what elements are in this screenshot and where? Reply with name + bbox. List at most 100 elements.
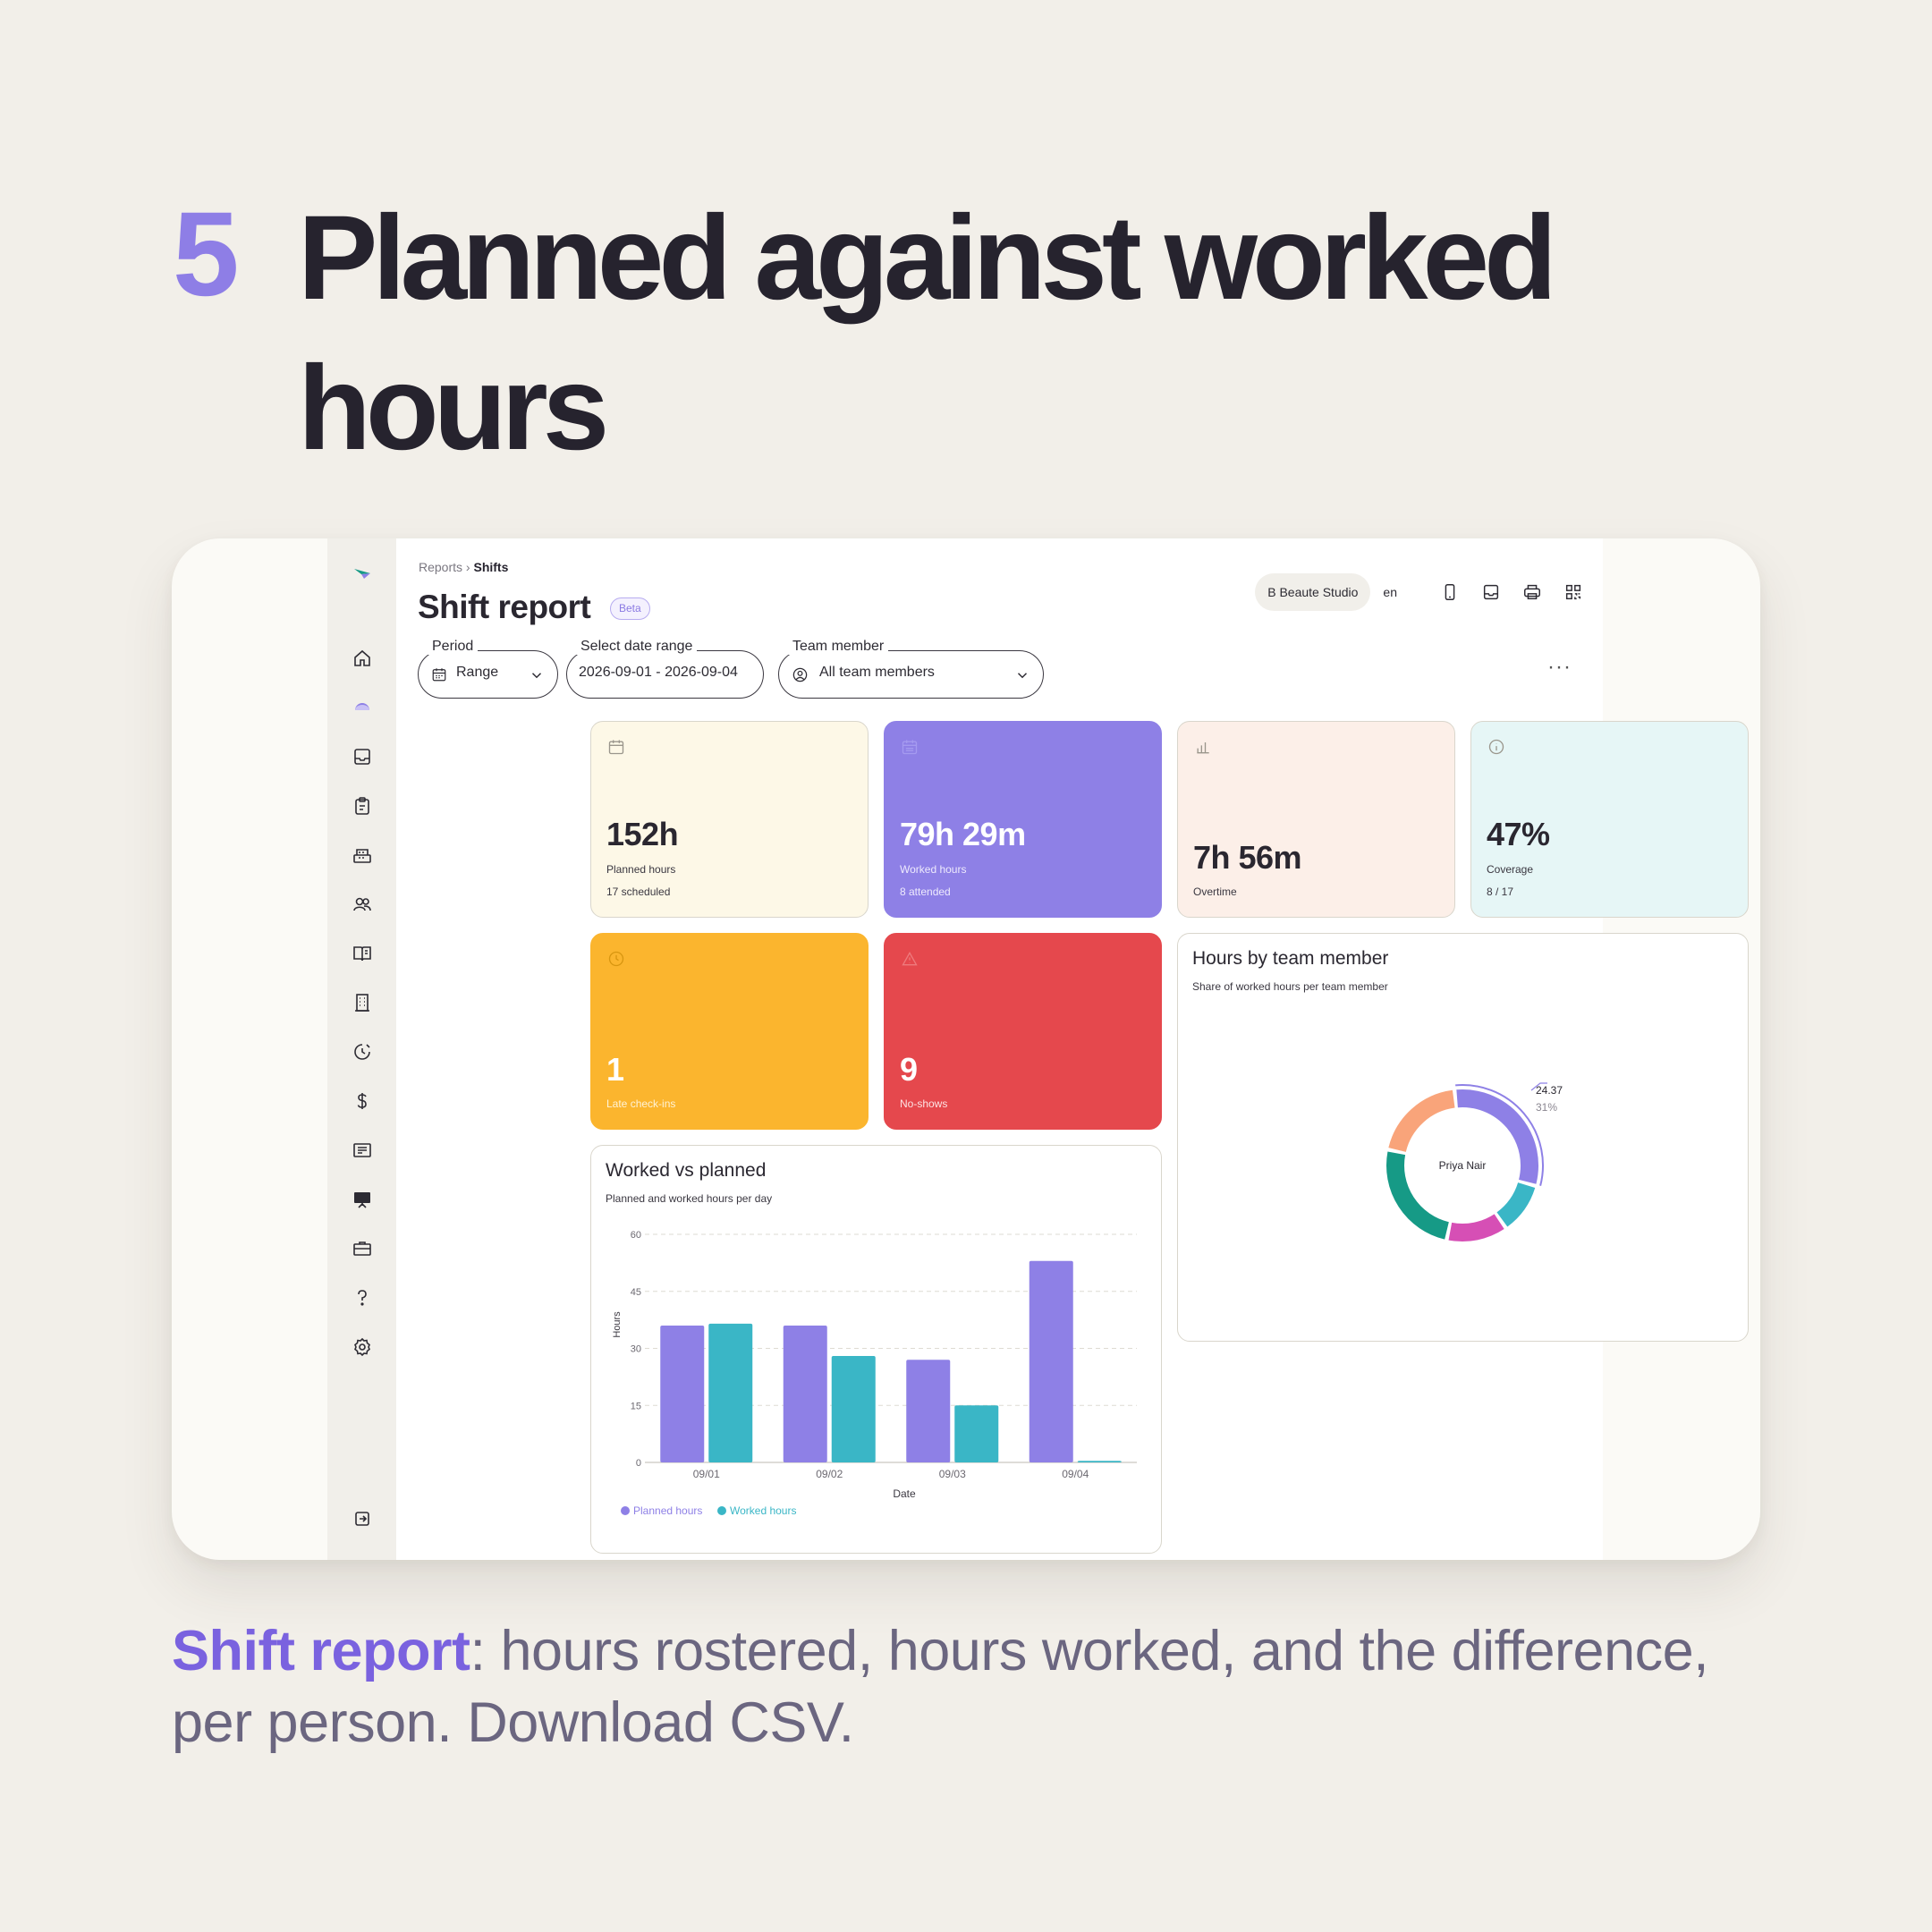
bar[interactable] bbox=[1029, 1260, 1073, 1462]
app-main: Reports › Shifts Shift report Beta B Bea… bbox=[396, 538, 1749, 1560]
kpi-planned-sub: 17 scheduled bbox=[606, 886, 671, 898]
dollar-icon[interactable] bbox=[327, 1083, 396, 1119]
kpi-coverage-sub: 8 / 17 bbox=[1487, 886, 1514, 898]
x-tick-label: 09/01 bbox=[693, 1468, 720, 1480]
kpi-late-checkins: 1 Late check-ins bbox=[590, 933, 869, 1130]
x-tick-label: 09/02 bbox=[816, 1468, 843, 1480]
kpi-overtime-value: 7h 56m bbox=[1193, 839, 1302, 876]
bar[interactable] bbox=[708, 1323, 753, 1462]
x-tick-label: 09/04 bbox=[1062, 1468, 1089, 1480]
kpi-planned-label: Planned hours bbox=[606, 863, 676, 876]
messages-icon[interactable] bbox=[327, 1132, 396, 1168]
kpi-planned-value: 152h bbox=[606, 816, 679, 852]
donut-segment[interactable] bbox=[1448, 1214, 1504, 1241]
donut-segment[interactable] bbox=[1388, 1089, 1455, 1153]
breadcrumb-current: Shifts bbox=[473, 560, 509, 574]
x-tick-label: 09/03 bbox=[939, 1468, 966, 1480]
inbox-tray-icon[interactable] bbox=[1479, 580, 1503, 604]
kpi-coverage-label: Coverage bbox=[1487, 863, 1534, 876]
inbox-icon[interactable] bbox=[327, 739, 396, 775]
calendar-icon bbox=[608, 740, 624, 755]
donut-highlight-value: 24.37 bbox=[1536, 1084, 1563, 1097]
team-member-value: All team members bbox=[819, 665, 935, 680]
kpi-noshow-label: No-shows bbox=[900, 1097, 948, 1110]
slide-number: 5 bbox=[173, 188, 240, 321]
help-icon[interactable] bbox=[327, 1280, 396, 1316]
y-tick-label: 60 bbox=[631, 1230, 641, 1241]
app-screenshot-card: Reports › Shifts Shift report Beta B Bea… bbox=[172, 538, 1760, 1560]
slide-title: Planned against worked hours bbox=[298, 191, 1557, 475]
presentation-icon[interactable] bbox=[327, 1182, 396, 1217]
period-select[interactable]: Period Range bbox=[418, 639, 558, 699]
mobile-icon[interactable] bbox=[1438, 580, 1462, 604]
y-tick-label: 30 bbox=[631, 1344, 641, 1355]
sidebar bbox=[327, 538, 396, 1560]
chevron-down-icon bbox=[1017, 673, 1028, 679]
y-tick-label: 45 bbox=[631, 1287, 641, 1298]
bar[interactable] bbox=[1077, 1461, 1122, 1462]
breadcrumb: Reports › Shifts bbox=[419, 560, 508, 574]
language-switcher[interactable]: en bbox=[1383, 585, 1397, 599]
calendar-grid-icon bbox=[902, 740, 918, 755]
calendar-icon bbox=[432, 668, 446, 682]
legend-swatch bbox=[717, 1506, 726, 1515]
logout-icon[interactable] bbox=[327, 1501, 396, 1537]
bar[interactable] bbox=[831, 1356, 876, 1462]
kpi-worked-value: 79h 29m bbox=[900, 816, 1026, 852]
kpi-overtime-label: Overtime bbox=[1193, 886, 1237, 898]
donut-highlight-pct: 31% bbox=[1536, 1101, 1557, 1114]
kpi-worked-hours: 79h 29m Worked hours 8 attended bbox=[884, 721, 1162, 918]
kpi-noshow-value: 9 bbox=[900, 1051, 918, 1088]
bar-chart-icon bbox=[1197, 742, 1209, 754]
settings-icon[interactable] bbox=[327, 1329, 396, 1365]
topbar: B Beaute Studio en bbox=[1255, 573, 1585, 611]
team-member-select[interactable]: Team member All team members bbox=[778, 639, 1044, 699]
period-label: Period bbox=[428, 639, 479, 655]
reports-icon[interactable] bbox=[327, 690, 396, 725]
workspace-switcher[interactable]: B Beaute Studio bbox=[1255, 573, 1371, 611]
date-range-picker[interactable]: Select date range 2026-09-01 - 2026-09-0… bbox=[566, 639, 764, 699]
legend-swatch bbox=[621, 1506, 630, 1515]
clipboard-icon[interactable] bbox=[327, 788, 396, 824]
home-icon[interactable] bbox=[327, 640, 396, 676]
kpi-late-value: 1 bbox=[606, 1051, 624, 1088]
briefcase-icon[interactable] bbox=[327, 1231, 396, 1267]
bar[interactable] bbox=[906, 1360, 951, 1462]
team-icon[interactable] bbox=[327, 886, 396, 922]
kpi-coverage: 47% Coverage 8 / 17 bbox=[1470, 721, 1749, 918]
catalog-icon[interactable] bbox=[327, 936, 396, 971]
print-icon[interactable] bbox=[1521, 580, 1544, 604]
page-title: Shift report bbox=[418, 589, 591, 625]
kpi-coverage-value: 47% bbox=[1487, 816, 1550, 852]
kpi-no-shows: 9 No-shows bbox=[884, 933, 1162, 1130]
logo-icon[interactable] bbox=[327, 556, 396, 592]
qr-code-icon[interactable] bbox=[1562, 580, 1585, 604]
legend-label[interactable]: Planned hours bbox=[633, 1504, 702, 1517]
warning-icon bbox=[902, 951, 918, 966]
building-icon[interactable] bbox=[327, 985, 396, 1021]
clock-icon bbox=[608, 951, 624, 967]
bar-chart[interactable]: 0 15 30 45 60 09/01 09/02 09/03 09/04 Hours Dat… bbox=[591, 1146, 1163, 1555]
bar[interactable] bbox=[783, 1326, 827, 1462]
y-axis-label: Hours bbox=[612, 1311, 623, 1338]
date-range-label: Select date range bbox=[576, 639, 698, 655]
kpi-planned-hours: 152h Planned hours 17 scheduled bbox=[590, 721, 869, 918]
breadcrumb-reports[interactable]: Reports bbox=[419, 560, 462, 574]
kpi-overtime: 7h 56m Overtime bbox=[1177, 721, 1455, 918]
user-circle-icon bbox=[792, 667, 808, 682]
y-tick-label: 0 bbox=[636, 1458, 641, 1469]
bar[interactable] bbox=[660, 1326, 705, 1462]
bar[interactable] bbox=[954, 1405, 999, 1462]
caption-highlight: Shift report bbox=[172, 1620, 470, 1682]
more-options-button[interactable]: ··· bbox=[1547, 655, 1572, 680]
donut-chart[interactable]: 24.37 31% Priya Nair bbox=[1178, 934, 1750, 1343]
period-value: Range bbox=[456, 665, 499, 680]
time-history-icon[interactable] bbox=[327, 1034, 396, 1070]
kpi-late-label: Late check-ins bbox=[606, 1097, 676, 1110]
kpi-worked-label: Worked hours bbox=[900, 863, 967, 876]
x-axis-label: Date bbox=[893, 1487, 916, 1500]
legend-label[interactable]: Worked hours bbox=[730, 1504, 796, 1517]
donut-segment[interactable] bbox=[1496, 1182, 1536, 1227]
beta-badge: Beta bbox=[610, 597, 650, 620]
register-icon[interactable] bbox=[327, 837, 396, 873]
